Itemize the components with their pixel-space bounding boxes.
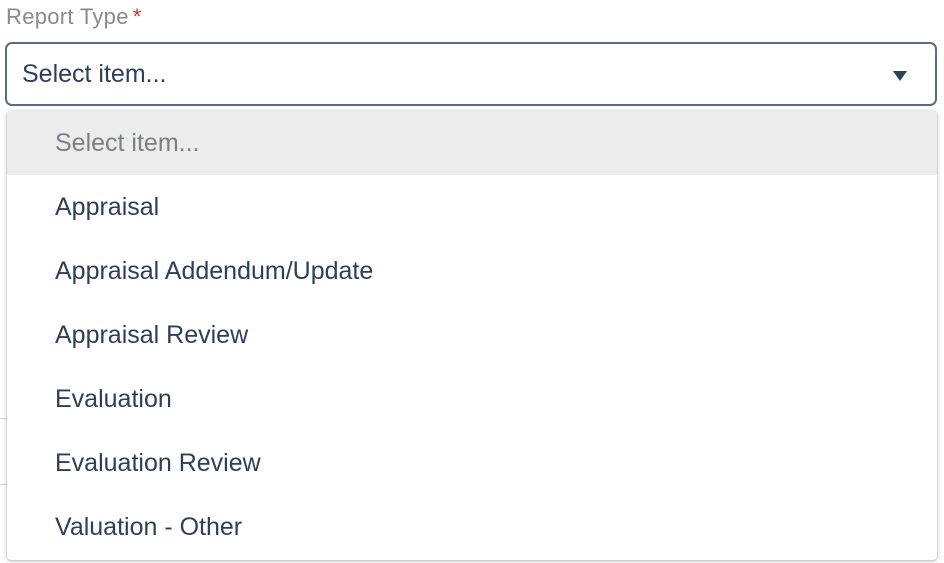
select-value: Select item... <box>22 60 167 88</box>
dropdown-option-appraisal-addendum-update[interactable]: Appraisal Addendum/Update <box>7 239 937 303</box>
field-label-text: Report Type <box>6 4 129 29</box>
dropdown-option-appraisal[interactable]: Appraisal <box>7 175 937 239</box>
dropdown-option-valuation-other[interactable]: Valuation - Other <box>7 495 937 559</box>
dropdown-option-placeholder[interactable]: Select item... <box>7 111 937 175</box>
caret-down-icon[interactable] <box>893 71 907 81</box>
required-asterisk: * <box>132 4 142 29</box>
report-type-select[interactable]: Select item... <box>5 42 937 106</box>
report-type-form: Report Type * Select item... Select item.… <box>0 0 944 563</box>
dropdown-option-evaluation-review[interactable]: Evaluation Review <box>7 431 937 495</box>
dropdown-option-evaluation[interactable]: Evaluation <box>7 367 937 431</box>
field-label: Report Type * <box>6 4 142 30</box>
dropdown-list: Select item... Appraisal Appraisal Adden… <box>7 111 937 560</box>
dropdown-option-appraisal-review[interactable]: Appraisal Review <box>7 303 937 367</box>
